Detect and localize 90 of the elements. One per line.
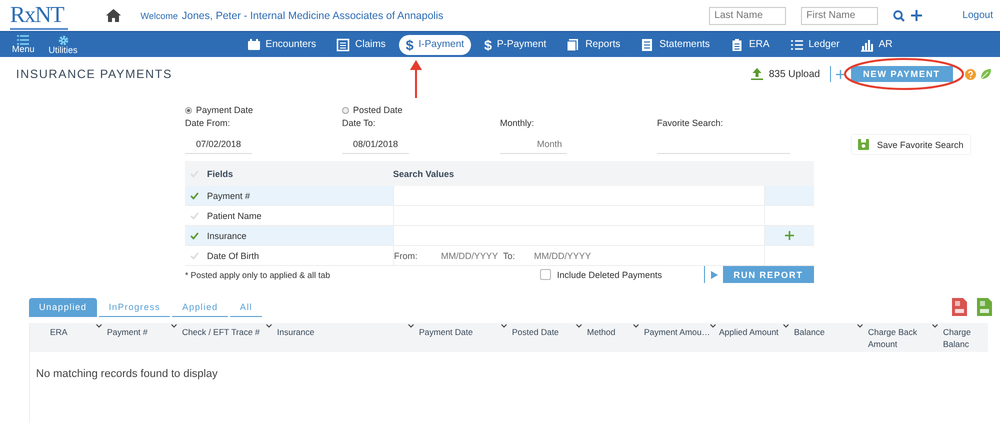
radio-label: Payment Date <box>196 105 254 115</box>
leaf-icon[interactable] <box>980 68 992 80</box>
nav-tab[interactable]: Encounters <box>240 36 324 54</box>
date-field[interactable]: MM/DD/YYYY <box>441 250 499 260</box>
field-label: Monthly: <box>500 118 536 128</box>
nav-tab[interactable]: Statements <box>633 36 717 54</box>
column-header: Fields <box>206 168 234 178</box>
column-header[interactable]: Method <box>587 326 616 338</box>
caret-icon[interactable] <box>501 324 507 328</box>
column-header[interactable]: Posted Date <box>512 326 559 338</box>
user-name: Jones, Peter - Internal Medicine Associates of Annapolis <box>182 10 444 22</box>
column-header: Search Values <box>393 168 456 178</box>
field-label: Favorite Search: <box>657 118 724 128</box>
name-search-field[interactable]: Last Name <box>709 6 786 24</box>
caret-icon[interactable] <box>857 324 863 328</box>
search-icon[interactable] <box>893 10 906 22</box>
nav-tab[interactable]: Ledger <box>782 36 847 54</box>
plus-icon <box>836 70 846 78</box>
list-icon <box>17 35 30 45</box>
column-header[interactable]: Insurance <box>277 326 314 338</box>
caret-icon[interactable] <box>633 324 639 328</box>
field-name: Payment # <box>203 186 393 205</box>
field-label: Date To: <box>342 118 376 128</box>
upload-button[interactable]: 835 Upload <box>748 66 822 82</box>
column-header[interactable]: Payment Date <box>419 326 473 338</box>
play-icon <box>710 270 718 278</box>
pdf-file-icon[interactable] <box>952 298 967 316</box>
checkmark-icon[interactable] <box>190 192 198 200</box>
column-header[interactable]: Check / EFT Trace # <box>182 326 260 338</box>
caret-icon[interactable] <box>171 324 177 328</box>
column-header[interactable]: Balance <box>794 326 825 338</box>
plus-icon[interactable] <box>911 10 922 21</box>
checkbox-label: Include Deleted Payments <box>557 270 662 280</box>
caret-icon[interactable] <box>576 324 582 328</box>
clipboard-icon <box>730 38 744 52</box>
name-search-field[interactable]: First Name <box>801 6 878 24</box>
column-header[interactable]: Charge Back Amount <box>868 326 932 350</box>
radio-button[interactable] <box>342 106 349 114</box>
caret-icon[interactable] <box>266 324 272 328</box>
nav-tab[interactable]: $ I-Payment <box>398 34 472 54</box>
gear-icon <box>58 34 69 46</box>
range-label: To: <box>502 250 516 260</box>
annotation-arrow <box>410 60 422 98</box>
csv-file-icon[interactable] <box>977 298 992 316</box>
column-header[interactable]: Applied Amount <box>719 326 779 338</box>
new-payment-button[interactable]: NEW PAYMENT <box>830 66 953 82</box>
column-header[interactable]: Charge Balanc <box>943 326 986 350</box>
list-icon <box>336 38 350 52</box>
document-icon <box>566 38 580 52</box>
results-tab[interactable]: Unapplied <box>29 298 97 317</box>
list-icon <box>790 38 804 52</box>
nav-tab[interactable]: Claims <box>329 36 393 54</box>
range-label: From: <box>394 250 418 260</box>
field-name: Date Of Birth <box>206 250 260 262</box>
caret-icon[interactable] <box>783 324 789 328</box>
note-text: * Posted apply only to applied & all tab <box>185 270 332 280</box>
upload-icon <box>750 68 763 80</box>
column-header[interactable]: Payment # <box>107 326 148 338</box>
radio-label: Posted Date <box>353 105 403 115</box>
field-name: Patient Name <box>206 210 263 222</box>
page-title: INSURANCE PAYMENTS <box>16 67 172 81</box>
run-report-button[interactable]: RUN REPORT <box>704 266 814 283</box>
save-favorite-search-button[interactable]: Save Favorite Search <box>852 135 970 154</box>
home-icon[interactable] <box>106 9 120 22</box>
nav-tab[interactable]: Reports <box>559 36 628 54</box>
logout-link[interactable]: Logout <box>962 10 993 21</box>
nav-tab[interactable]: AR <box>852 36 900 54</box>
calendar-icon <box>246 38 261 52</box>
save-icon <box>858 139 869 150</box>
caret-icon[interactable] <box>408 324 414 328</box>
checkbox[interactable] <box>540 269 551 280</box>
caret-icon[interactable] <box>710 324 716 328</box>
field-label: Date From: <box>185 118 232 128</box>
field-name: Insurance <box>203 226 393 245</box>
column-header[interactable]: Payment Amou… <box>644 326 710 338</box>
empty-message: No matching records found to display <box>35 367 219 380</box>
radio-button[interactable] <box>185 106 192 114</box>
help-icon[interactable] <box>965 68 976 80</box>
utilities-button[interactable]: Utilities <box>48 34 78 54</box>
menu-button[interactable]: Menu <box>12 35 35 54</box>
checkmark-icon[interactable] <box>190 232 198 240</box>
bar-chart-icon <box>860 38 874 52</box>
caret-icon[interactable] <box>932 324 938 328</box>
nav-tab[interactable]: $ P-Payment <box>477 34 554 54</box>
add-icon[interactable] <box>785 231 794 240</box>
welcome-label: Welcome <box>140 10 178 20</box>
nav-tab[interactable]: ERA <box>722 36 776 54</box>
statement-icon <box>640 38 654 52</box>
column-header[interactable]: ERA <box>50 326 68 338</box>
caret-icon[interactable] <box>96 324 102 328</box>
